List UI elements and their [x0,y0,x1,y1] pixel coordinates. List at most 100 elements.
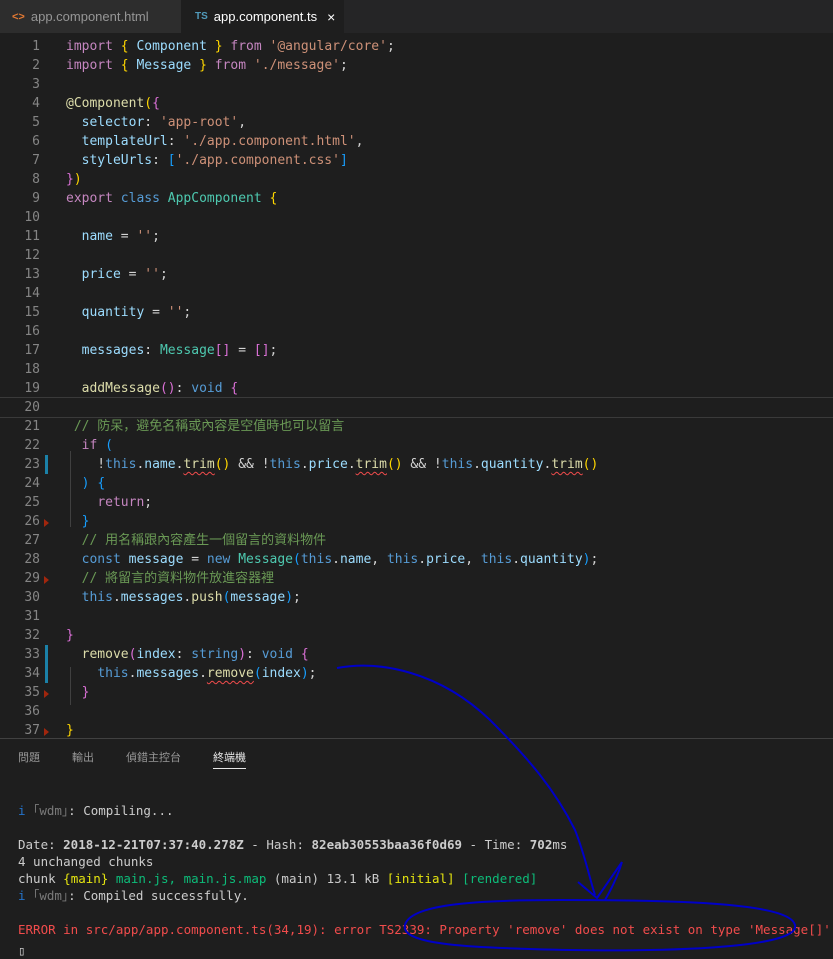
git-deleted-marker [44,576,49,584]
line-number: 22 [24,438,40,453]
code-line[interactable]: 33 remove(index: string): void { [0,645,833,664]
line-number: 25 [24,495,40,510]
line-code: return; [97,495,153,510]
tab-output[interactable]: 輸出 [72,749,94,765]
line-number: 9 [32,191,40,206]
line-number: 4 [32,96,40,111]
line-code: quantity = ''; [81,305,192,320]
code-line[interactable]: 14 [0,284,833,303]
code-line[interactable]: 26 } [0,512,833,531]
code-line[interactable]: 3 [0,75,833,94]
code-line[interactable]: 27 // 用名稱跟內容產生一個留言的資料物件 [0,531,833,550]
line-number: 1 [32,39,40,54]
tab-problems[interactable]: 問題 [18,749,40,765]
tab-debug-console[interactable]: 偵錯主控台 [126,749,181,765]
line-code: name = ''; [81,229,160,244]
code-line[interactable]: 10 [0,208,833,227]
code-line[interactable]: 28 const message = new Message(this.name… [0,550,833,569]
code-line[interactable]: 23 !this.name.trim() && !this.price.trim… [0,455,833,474]
code-line[interactable]: 7 styleUrls: ['./app.component.css'] [0,151,833,170]
html-file-icon: <> [12,10,25,23]
code-line[interactable]: 17 messages: Message[] = []; [0,341,833,360]
tab-app-component-ts[interactable]: TS app.component.ts × [181,0,344,33]
code-line[interactable]: 15 quantity = ''; [0,303,833,322]
code-line[interactable]: 35 } [0,683,833,702]
code-line[interactable]: 5 selector: 'app-root', [0,113,833,132]
terminal-line: chunk {main} main.js, main.js.map (main)… [18,871,538,886]
code-line[interactable]: 13 price = ''; [0,265,833,284]
tab-terminal[interactable]: 終端機 [213,749,246,769]
terminal-line: 4 unchanged chunks [18,854,154,869]
line-code: import { Message } from './message'; [66,58,348,73]
code-line[interactable]: 32} [0,626,833,645]
tab-label: app.component.html [30,9,149,24]
code-line[interactable]: 25 return; [0,493,833,512]
code-line[interactable]: 1 import { Component } from '@angular/cor… [0,37,833,56]
code-line[interactable]: 34 this.messages.remove(index); [0,664,833,683]
code-line[interactable]: 29 // 將留言的資料物件放進容器裡 [0,569,833,588]
line-number: 17 [24,343,40,358]
code-line[interactable]: 16 [0,322,833,341]
code-line[interactable]: 36 [0,702,833,721]
code-line[interactable]: 6 templateUrl: './app.component.html', [0,132,833,151]
line-code: templateUrl: './app.component.html', [81,134,364,149]
line-number: 16 [24,324,40,339]
code-line[interactable]: 12 [0,246,833,265]
code-editor[interactable]: 1 import { Component } from '@angular/cor… [0,33,833,738]
line-code: @Component({ [66,96,160,111]
terminal-line: i ｢wdm｣: Compiling... [18,803,174,818]
line-code: selector: 'app-root', [81,115,247,130]
tab-app-component-html[interactable]: <> app.component.html [0,0,181,33]
code-line[interactable]: 2 import { Message } from './message'; [0,56,833,75]
code-line[interactable]: 31 [0,607,833,626]
line-number: 35 [24,685,40,700]
line-code: import { Component } from '@angular/core… [66,39,395,54]
code-line[interactable]: 24 ) { [0,474,833,493]
line-code: addMessage(): void { [81,381,239,396]
line-number: 13 [24,267,40,282]
line-code: export class AppComponent { [66,191,278,206]
code-line[interactable]: 20 [0,397,833,418]
code-line[interactable]: 11 name = ''; [0,227,833,246]
typescript-file-icon: TS [195,11,208,22]
line-number: 34 [24,666,40,681]
line-number: 21 [24,419,40,434]
terminal-output[interactable]: i ｢wdm｣: Compiling... Date: 2018-12-21T07… [0,775,833,958]
terminal-line: Date: 2018-12-21T07:37:40.278Z - Hash: 8… [18,837,568,852]
line-number: 28 [24,552,40,567]
terminal-line: i ｢wdm｣: Compiled successfully. [18,888,249,903]
code-line[interactable]: 18 [0,360,833,379]
line-number: 36 [24,704,40,719]
line-code: ) { [81,476,106,491]
git-modified-marker [45,664,48,683]
line-code: styleUrls: ['./app.component.css'] [81,153,348,168]
line-number: 2 [32,58,40,73]
git-modified-marker [45,645,48,664]
line-number: 33 [24,647,40,662]
line-code: } [81,514,90,529]
code-line[interactable]: 8}) [0,170,833,189]
line-code: messages: Message[] = []; [81,343,278,358]
code-line[interactable]: 21 // 防呆，避免名稱或內容是空值時也可以留言 [0,417,833,436]
line-number: 31 [24,609,40,624]
line-number: 24 [24,476,40,491]
line-code: this.messages.push(message); [81,590,301,605]
code-line[interactable]: 30 this.messages.push(message); [0,588,833,607]
line-number: 29 [24,571,40,586]
code-line[interactable]: 22 if ( [0,436,833,455]
line-code: // 用名稱跟內容產生一個留言的資料物件 [81,533,327,548]
line-number: 20 [24,400,40,415]
line-number: 18 [24,362,40,377]
line-code: const message = new Message(this.name, t… [81,552,599,567]
code-line[interactable]: 19 addMessage(): void { [0,379,833,398]
line-number: 26 [24,514,40,529]
line-number: 3 [32,77,40,92]
code-line[interactable]: 9 export class AppComponent { [0,189,833,208]
line-number: 15 [24,305,40,320]
line-number: 19 [24,381,40,396]
close-icon[interactable]: × [327,9,335,25]
line-number: 23 [24,457,40,472]
git-modified-marker [45,455,48,474]
line-number: 12 [24,248,40,263]
code-line[interactable]: 4 @Component({ [0,94,833,113]
